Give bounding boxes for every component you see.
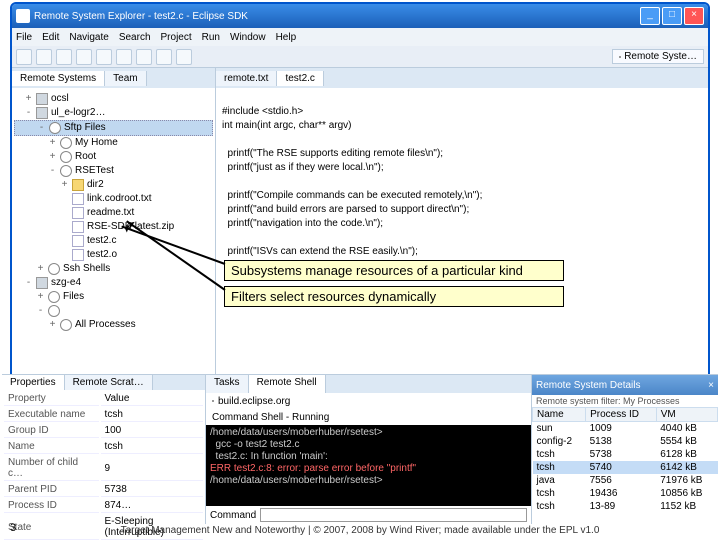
maximize-button[interactable]: □	[662, 7, 682, 25]
tree-item-myhome[interactable]: +My Home	[14, 136, 213, 150]
tree-item-szge4[interactable]: -szg-e4	[14, 276, 213, 290]
details-title: Remote System Details	[536, 380, 640, 391]
tree-item-dir2[interactable]: +dir2	[14, 178, 213, 192]
menubar: File Edit Navigate Search Project Run Wi…	[12, 28, 708, 46]
editor-tab-remote[interactable]: remote.txt	[216, 71, 277, 86]
code-line: printf("and build errors are parsed to s…	[222, 204, 469, 215]
callout-subsystems: Subsystems manage resources of a particu…	[224, 260, 564, 281]
terminal[interactable]: /home/data/users/moberhuber/rsetest> gcc…	[206, 425, 531, 498]
menu-project[interactable]: Project	[161, 32, 192, 43]
minimize-button[interactable]: _	[640, 7, 660, 25]
table-row[interactable]: tcsh57406142 kB	[533, 461, 711, 474]
code-line: int main(int argc, char** argv)	[222, 120, 352, 131]
app-window: Remote System Explorer - test2.c - Eclip…	[10, 2, 710, 498]
menu-file[interactable]: File	[16, 32, 32, 43]
prop-row: Nametcsh	[10, 440, 203, 454]
code-line: #include <stdio.h>	[222, 106, 303, 117]
error-line: ERR test2.c:8: error: parse error before…	[210, 463, 416, 474]
prop-row: Number of child c…9	[10, 456, 203, 481]
code-line: printf("just as if they were local.\n");	[222, 162, 384, 173]
table-row: config-251385554 kB	[533, 435, 711, 448]
menu-help[interactable]: Help	[276, 32, 297, 43]
code-line: printf("The RSE supports editing remote …	[222, 148, 443, 159]
nav-fwd-icon[interactable]	[176, 49, 192, 65]
extlink-icon[interactable]	[116, 49, 132, 65]
remote-system-details: Remote System Details × Remote system fil…	[532, 375, 710, 498]
debug-icon[interactable]	[76, 49, 92, 65]
titlebar[interactable]: Remote System Explorer - test2.c - Eclip…	[12, 4, 708, 28]
table-row: tcsh57386128 kB	[533, 448, 711, 461]
close-button[interactable]: ×	[684, 7, 704, 25]
prop-row: Parent PID5738	[10, 483, 203, 497]
perspective-icon	[619, 56, 621, 58]
table-row: tcsh1943610856 kB	[533, 487, 711, 498]
tree-item-ssh[interactable]: +Ssh Shells	[14, 262, 213, 276]
save-icon[interactable]	[36, 49, 52, 65]
tree-item-sftp[interactable]: -Sftp Files	[14, 120, 213, 136]
close-icon[interactable]: ×	[708, 380, 710, 391]
menu-window[interactable]: Window	[230, 32, 266, 43]
run-icon[interactable]	[96, 49, 112, 65]
tree-item-host[interactable]: -ul_e-logr2…	[14, 106, 213, 120]
remote-shell-view: Tasks Remote Shell build.eclipse.org Com…	[206, 375, 532, 498]
process-table: NameProcess IDVM sun10094040 kB config-2…	[532, 407, 710, 498]
print-icon[interactable]	[56, 49, 72, 65]
code-line: printf("navigation into the code.\n");	[222, 218, 383, 229]
tree-item-zip[interactable]: RSE-SDK-latest.zip	[14, 220, 213, 234]
shell-host: build.eclipse.org	[218, 396, 290, 407]
tab-remote-systems[interactable]: Remote Systems	[12, 71, 105, 86]
callout-filters: Filters select resources dynamically	[224, 286, 564, 307]
perspective-switcher[interactable]: Remote Syste…	[612, 49, 704, 64]
host-icon	[212, 400, 214, 402]
slide-footer: Target Management New and Noteworthy | ©…	[0, 525, 720, 536]
tab-properties[interactable]: Properties	[10, 375, 65, 390]
app-icon	[16, 9, 30, 23]
tree-item-allproc[interactable]: +All Processes	[14, 318, 213, 332]
prop-row: Group ID100	[10, 424, 203, 438]
editor-tab-test2c[interactable]: test2.c	[277, 71, 323, 86]
tab-remote-scratch[interactable]: Remote Scrat…	[65, 375, 153, 390]
perspective-label: Remote Syste…	[624, 51, 697, 62]
toolbar: Remote Syste…	[12, 46, 708, 68]
properties-view: Properties Remote Scrat… PropertyValue E…	[10, 375, 206, 498]
prop-row: Executable nametcsh	[10, 408, 203, 422]
menu-search[interactable]: Search	[119, 32, 151, 43]
properties-table: PropertyValue Executable nametcsh Group …	[10, 390, 205, 498]
new-icon[interactable]	[16, 49, 32, 65]
table-row: java755671976 kB	[533, 474, 711, 487]
tab-tasks[interactable]: Tasks	[206, 375, 249, 393]
shell-status: Command Shell - Running	[206, 409, 531, 425]
tree-item-local[interactable]: +ocsl	[14, 92, 213, 106]
tree-item-files[interactable]: +Files	[14, 290, 213, 304]
table-row: sun10094040 kB	[533, 422, 711, 436]
details-subtitle: Remote system filter: My Processes	[532, 395, 710, 407]
tree-item-test2c[interactable]: test2.c	[14, 234, 213, 248]
tab-team[interactable]: Team	[105, 71, 146, 86]
tree-item-processes[interactable]: -	[14, 304, 213, 318]
menu-run[interactable]: Run	[202, 32, 220, 43]
nav-back-icon[interactable]	[156, 49, 172, 65]
tree-item-readme[interactable]: readme.txt	[14, 206, 213, 220]
code-line: printf("Compile commands can be executed…	[222, 190, 482, 201]
window-title: Remote System Explorer - test2.c - Eclip…	[34, 11, 248, 22]
tree-item-link[interactable]: link.codroot.txt	[14, 192, 213, 206]
menu-navigate[interactable]: Navigate	[69, 32, 108, 43]
menu-edit[interactable]: Edit	[42, 32, 59, 43]
code-line: printf("ISVs can extend the RSE easily.\…	[222, 246, 418, 257]
tab-remote-shell[interactable]: Remote Shell	[249, 375, 326, 393]
search-icon[interactable]	[136, 49, 152, 65]
tree-item-root[interactable]: +Root	[14, 150, 213, 164]
tree-item-rsetest[interactable]: -RSETest	[14, 164, 213, 178]
